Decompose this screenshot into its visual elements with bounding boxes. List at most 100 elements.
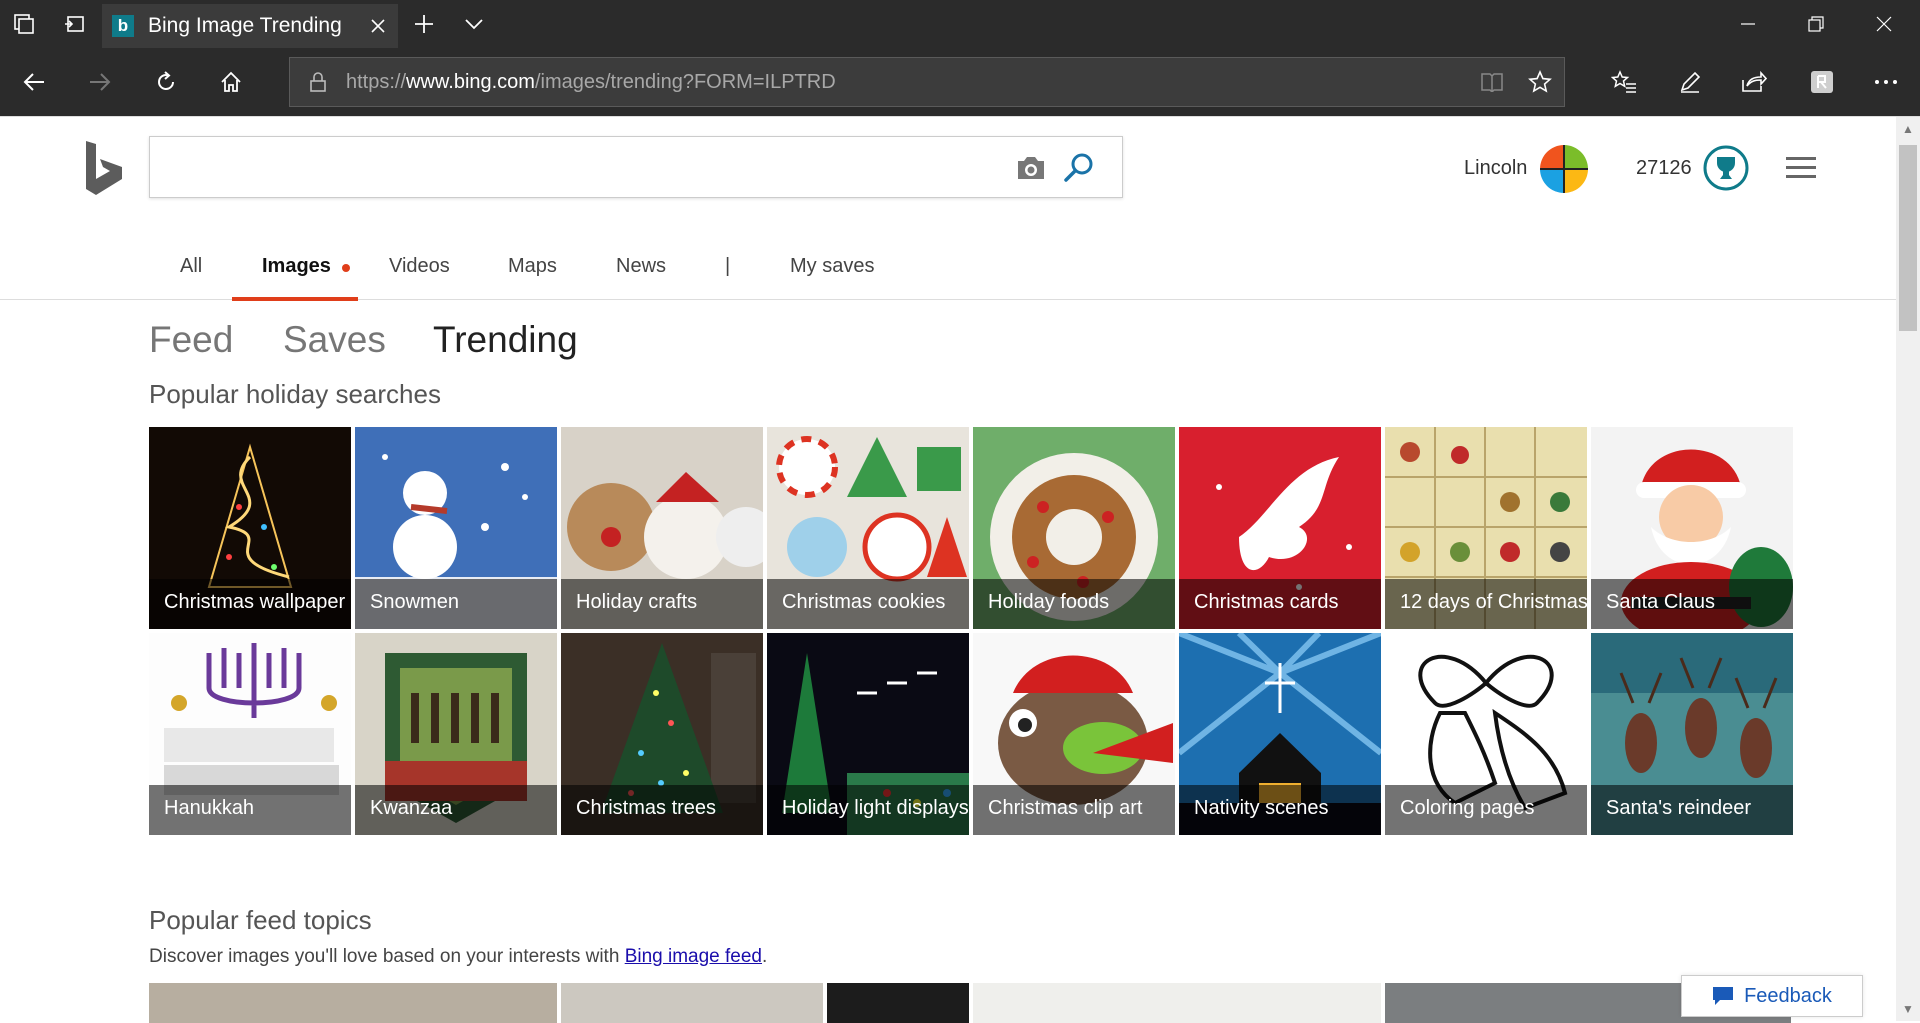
user-name[interactable]: Lincoln xyxy=(1464,157,1527,180)
restore-icon[interactable] xyxy=(1782,0,1850,48)
more-options-icon[interactable] xyxy=(1862,58,1910,106)
search-box[interactable] xyxy=(149,136,1123,198)
tile-caption: Kwanzaa xyxy=(355,785,557,835)
tile-santa-claus[interactable]: Santa Claus xyxy=(1591,427,1793,629)
feed-topic-tile[interactable] xyxy=(149,983,557,1023)
tab-maps[interactable]: Maps xyxy=(508,245,557,300)
scrollbar-thumb[interactable] xyxy=(1899,145,1917,331)
tab-close-icon[interactable] xyxy=(358,4,398,48)
tile-coloring-pages[interactable]: Coloring pages xyxy=(1385,633,1587,835)
avatar[interactable] xyxy=(1540,145,1588,193)
extension-icon[interactable] xyxy=(1798,58,1846,106)
back-arrow-icon[interactable] xyxy=(10,58,58,106)
tile-santas-reindeer[interactable]: Santa's reindeer xyxy=(1591,633,1793,835)
forward-arrow-icon[interactable] xyxy=(76,58,124,106)
subtab-saves[interactable]: Saves xyxy=(283,319,386,361)
reading-view-icon[interactable] xyxy=(1468,58,1516,106)
search-input[interactable] xyxy=(164,149,1004,185)
scope-separator: | xyxy=(725,255,731,277)
bing-favicon-icon: b xyxy=(112,15,134,37)
tile-snowmen[interactable]: Snowmen xyxy=(355,427,557,629)
favorite-star-icon[interactable] xyxy=(1516,58,1564,106)
subtab-trending[interactable]: Trending xyxy=(433,319,578,361)
tile-caption: 12 days of Christmas xyxy=(1385,579,1587,629)
tile-label: Christmas cards xyxy=(1194,591,1339,613)
page-scrollbar[interactable]: ▲ ▼ xyxy=(1896,117,1920,1021)
tab-bing-image-trending[interactable]: b Bing Image Trending xyxy=(102,4,398,48)
feed-topic-tile[interactable] xyxy=(973,983,1381,1023)
tile-caption: Nativity scenes xyxy=(1179,785,1381,835)
page-content: Lincoln 27126 All Images Videos Maps New… xyxy=(0,116,1920,1023)
rewards-trophy-icon[interactable] xyxy=(1703,145,1749,191)
tile-christmas-trees[interactable]: Christmas trees xyxy=(561,633,763,835)
tile-christmas-cookies[interactable]: Christmas cookies xyxy=(767,427,969,629)
feedback-button[interactable]: Feedback xyxy=(1681,975,1863,1017)
feed-topic-tile[interactable] xyxy=(561,983,823,1023)
tile-caption: Snowmen xyxy=(355,579,557,629)
browser-titlebar: b Bing Image Trending xyxy=(0,0,1920,48)
tile-kwanzaa[interactable]: Kwanzaa xyxy=(355,633,557,835)
tab-images[interactable]: Images xyxy=(232,245,358,301)
tile-label: Nativity scenes xyxy=(1194,797,1329,819)
rewards-points[interactable]: 27126 xyxy=(1636,157,1692,180)
tile-label: 12 days of Christmas xyxy=(1400,591,1587,613)
tile-label: Kwanzaa xyxy=(370,797,453,819)
feed-section-description: Discover images you'll love based on you… xyxy=(149,946,767,968)
address-bar[interactable]: https://www.bing.com/images/trending?FOR… xyxy=(289,57,1565,107)
bing-image-feed-link[interactable]: Bing image feed xyxy=(625,946,762,967)
scroll-up-arrow-icon[interactable]: ▲ xyxy=(1896,117,1920,141)
tile-christmas-clip-art[interactable]: Christmas clip art xyxy=(973,633,1175,835)
hamburger-menu-icon[interactable] xyxy=(1786,157,1816,179)
feed-desc-period: . xyxy=(762,946,768,967)
share-icon[interactable] xyxy=(1730,58,1778,106)
tile-12-days-of-christmas[interactable]: 12 days of Christmas xyxy=(1385,427,1587,629)
tab-title: Bing Image Trending xyxy=(148,14,342,37)
tile-label: Hanukkah xyxy=(164,797,255,819)
browser-navbar: https://www.bing.com/images/trending?FOR… xyxy=(0,48,1920,116)
subtab-feed[interactable]: Feed xyxy=(149,319,233,361)
tile-label: Christmas clip art xyxy=(988,797,1143,819)
tab-images-dot xyxy=(342,264,350,272)
tile-caption: Coloring pages xyxy=(1385,785,1587,835)
feed-topic-tile[interactable] xyxy=(827,983,969,1023)
lock-icon[interactable] xyxy=(290,72,346,92)
visual-search-camera-icon[interactable] xyxy=(1012,151,1050,185)
feedback-speech-bubble-icon xyxy=(1713,987,1734,1005)
holiday-tile-grid: Christmas wallpaper Snowmen Holiday craf… xyxy=(149,427,1793,835)
favorites-hub-icon[interactable] xyxy=(1600,58,1648,106)
feed-section-title: Popular feed topics xyxy=(149,905,372,935)
scope-tabs: All Images Videos Maps News | My saves xyxy=(0,245,1896,301)
refresh-icon[interactable] xyxy=(142,58,190,106)
tab-videos[interactable]: Videos xyxy=(389,245,450,300)
tab-list-chevron-down-icon[interactable] xyxy=(450,0,498,48)
new-tab-icon[interactable] xyxy=(400,0,448,48)
tile-label: Christmas wallpaper xyxy=(164,591,346,613)
tile-nativity-scenes[interactable]: Nativity scenes xyxy=(1179,633,1381,835)
scroll-down-arrow-icon[interactable]: ▼ xyxy=(1896,997,1920,1021)
search-icon[interactable] xyxy=(1060,149,1098,187)
tile-christmas-cards[interactable]: Christmas cards xyxy=(1179,427,1381,629)
tab-my-saves[interactable]: My saves xyxy=(790,245,874,300)
home-icon[interactable] xyxy=(207,58,255,106)
tile-holiday-light-displays[interactable]: Holiday light displays xyxy=(767,633,969,835)
feed-desc-text: Discover images you'll love based on you… xyxy=(149,946,625,967)
tile-label: Santa Claus xyxy=(1606,591,1715,613)
url-scheme: https:// xyxy=(346,70,407,93)
tile-caption: Holiday light displays xyxy=(767,785,969,835)
tile-holiday-crafts[interactable]: Holiday crafts xyxy=(561,427,763,629)
tile-hanukkah[interactable]: Hanukkah xyxy=(149,633,351,835)
url-text[interactable]: https://www.bing.com/images/trending?FOR… xyxy=(346,71,1468,94)
url-domain: www.bing.com xyxy=(406,70,535,93)
tab-news[interactable]: News xyxy=(616,245,666,300)
tile-label: Christmas trees xyxy=(576,797,717,819)
web-note-pen-icon[interactable] xyxy=(1666,58,1714,106)
tile-holiday-foods[interactable]: Holiday foods xyxy=(973,427,1175,629)
set-tabs-aside-icon[interactable] xyxy=(50,0,98,48)
tab-preview-icon[interactable] xyxy=(0,0,48,48)
tile-christmas-wallpaper[interactable]: Christmas wallpaper xyxy=(149,427,351,629)
window-close-icon[interactable] xyxy=(1850,0,1918,48)
tab-all[interactable]: All xyxy=(180,245,202,300)
minimize-icon[interactable] xyxy=(1714,0,1782,48)
bing-logo-icon[interactable] xyxy=(84,139,128,197)
tile-caption: Christmas trees xyxy=(561,785,763,835)
